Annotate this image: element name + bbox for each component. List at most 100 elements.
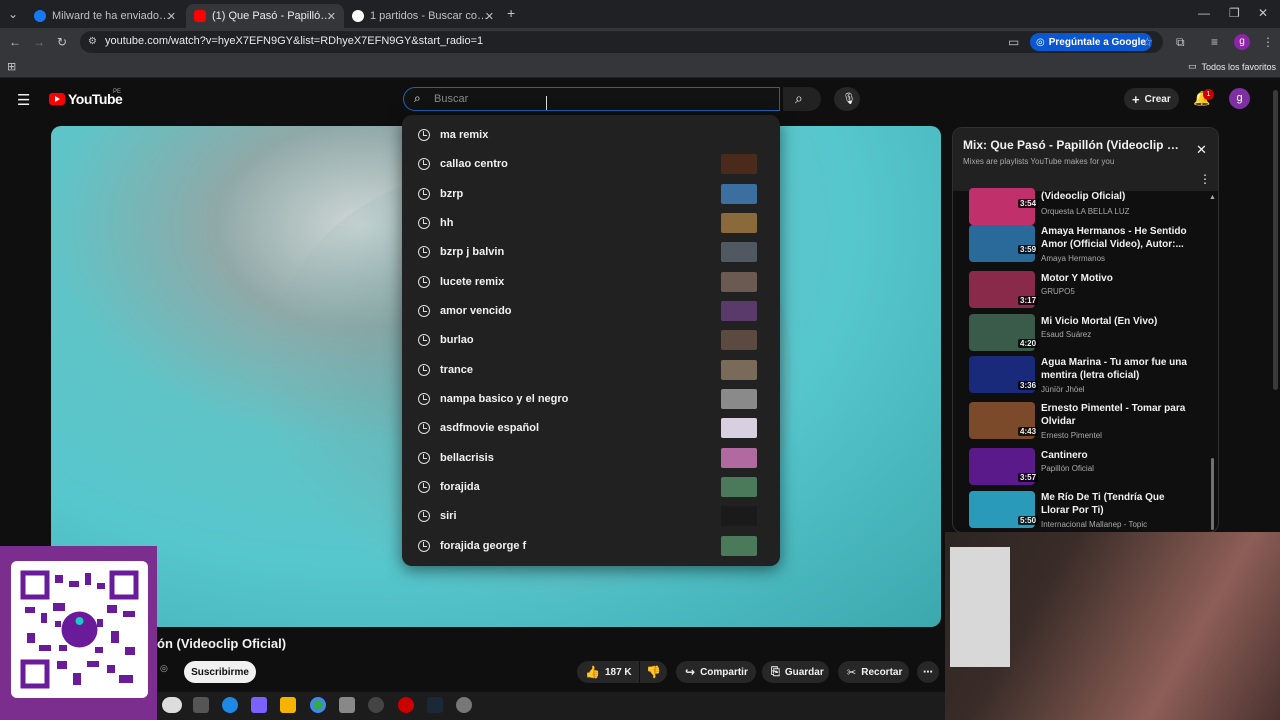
playlist-item[interactable]: 3:59 Amaya Hermanos - He Sentido Amor (O… [969, 225, 1209, 267]
suggestion-item[interactable]: bzrp [402, 179, 780, 208]
close-tab-icon[interactable]: ✕ [485, 10, 494, 23]
channel-name: Internacional Mallanep - Topic [1041, 520, 1148, 529]
tab-messenger[interactable]: Milward te ha enviado un mensaje ✕ [26, 4, 184, 28]
clip-button[interactable]: ✂ Recortar [838, 661, 909, 683]
channel-name: Papillón Oficial [1041, 464, 1094, 473]
save-button[interactable]: ⎘ Guardar [762, 661, 829, 683]
settings-gear-icon[interactable] [456, 697, 472, 713]
close-window-icon[interactable]: ✕ [1258, 6, 1268, 20]
tab-search-icon[interactable]: ⌄ [8, 7, 18, 21]
create-button[interactable]: + Crear [1124, 88, 1179, 110]
scroll-up-icon[interactable]: ▲ [1209, 194, 1216, 201]
store-icon[interactable] [339, 697, 355, 713]
search-icon: ⌕ [414, 91, 421, 105]
suggestion-item[interactable]: nampa basico y el negro [402, 384, 780, 413]
opera-icon[interactable] [398, 697, 414, 713]
video-title: Amaya Hermanos - He Sentido Amor (Offici… [1041, 226, 1187, 250]
suggestion-item[interactable]: asdfmovie español [402, 413, 780, 442]
playlist-menu-icon[interactable]: ⋮ [1199, 172, 1211, 186]
playlist-scrollbar[interactable] [1211, 458, 1214, 530]
duration-badge: 4:20 [1018, 339, 1039, 348]
suggestion-text: forajida george f [440, 539, 527, 552]
copilot-icon[interactable] [251, 697, 267, 713]
os-taskbar [157, 692, 945, 720]
suggestion-item[interactable]: ma remix [402, 120, 780, 149]
suggestion-item[interactable]: callao centro [402, 149, 780, 178]
suggestion-text: asdfmovie español [440, 421, 540, 434]
bookmark-star-icon[interactable]: ☆ [1142, 35, 1153, 49]
suggestion-thumbnail [721, 505, 757, 526]
history-icon [418, 128, 430, 141]
tab-youtube[interactable]: (1) Que Pasó - Papillón (Videoclip Ofici… [186, 4, 344, 28]
suggestion-thumbnail [721, 183, 757, 204]
task-view-icon[interactable] [193, 697, 209, 713]
reading-list-icon[interactable]: ≡ [1211, 35, 1218, 49]
suggestion-item[interactable]: bellacrisis [402, 443, 780, 472]
profile-avatar[interactable]: g [1234, 34, 1250, 50]
playlist-item[interactable]: 3:54 (Videoclip Oficial) Orquesta LA BEL… [969, 188, 1209, 230]
share-arrow-icon: ↪ [685, 665, 696, 679]
suggestion-item[interactable]: hh [402, 208, 780, 237]
suggestion-item[interactable]: amor vencido [402, 296, 780, 325]
like-button[interactable]: 👍 187 K [577, 661, 639, 683]
facebook-icon [34, 10, 46, 22]
edge-browser-icon[interactable] [222, 697, 238, 713]
site-info-icon[interactable]: ⚙ [88, 35, 97, 49]
suggestion-item[interactable]: bzrp j balvin [402, 237, 780, 266]
apps-grid-icon[interactable]: ⊞ [7, 60, 16, 74]
history-icon [418, 480, 430, 493]
chrome-icon[interactable] [310, 697, 326, 713]
suggestion-item[interactable]: forajida [402, 472, 780, 501]
close-playlist-icon[interactable]: ✕ [1196, 142, 1207, 158]
tab-google[interactable]: 1 partidos - Buscar con Google ✕ [344, 4, 502, 28]
suggestion-item[interactable]: lucete remix [402, 267, 780, 296]
playlist-item[interactable]: 4:43 Ernesto Pimentel - Tomar para Olvid… [969, 402, 1209, 444]
extensions-icon[interactable]: ⧉ [1176, 35, 1185, 49]
search-submit-icon[interactable]: ⌕ [795, 90, 803, 107]
back-icon[interactable]: ← [9, 35, 21, 49]
dislike-button[interactable]: 👎 [640, 661, 667, 683]
maximize-icon[interactable]: ❐ [1229, 6, 1240, 20]
url-text[interactable]: youtube.com/watch?v=hyeX7EFN9GY&list=RDh… [105, 35, 483, 47]
subscribe-button[interactable]: Suscribirme [184, 661, 256, 683]
account-avatar[interactable]: g [1229, 88, 1250, 109]
duration-badge: 3:59 [1018, 245, 1039, 254]
search-pill-icon[interactable] [162, 697, 182, 713]
cast-icon[interactable]: ▭ [1008, 35, 1019, 49]
more-actions-button[interactable]: ⋯ [917, 661, 939, 683]
suggestion-item[interactable]: burlao [402, 325, 780, 354]
playlist-item[interactable]: 4:20 Mi Vicio Mortal (En Vivo) Esaud Suá… [969, 314, 1209, 356]
discord-icon[interactable] [368, 697, 384, 713]
playlist-item[interactable]: 3:17 Motor Y Motivo GRUPO5 [969, 271, 1209, 313]
suggestion-item[interactable]: forajida george f [402, 531, 780, 560]
close-tab-icon[interactable]: ✕ [327, 10, 336, 23]
steam-icon[interactable] [427, 697, 443, 713]
suggestion-thumbnail [721, 300, 757, 321]
text-cursor [546, 96, 547, 110]
close-tab-icon[interactable]: ✕ [167, 10, 176, 23]
file-explorer-icon[interactable] [280, 697, 296, 713]
forward-icon[interactable]: → [33, 35, 45, 49]
minimize-icon[interactable]: — [1198, 6, 1210, 20]
playlist-item[interactable]: 3:36 Agua Marina - Tu amor fue una menti… [969, 356, 1209, 398]
playlist-item[interactable]: 3:57 Cantinero Papillón Oficial [969, 448, 1209, 490]
menu-dots-icon[interactable]: ⋮ [1262, 35, 1274, 49]
suggestion-item[interactable]: siri [402, 501, 780, 530]
page-scrollbar[interactable] [1273, 90, 1278, 390]
youtube-logo-icon[interactable] [49, 93, 65, 105]
duration-badge: 3:17 [1018, 296, 1039, 305]
suggestion-item[interactable]: trance [402, 355, 780, 384]
all-bookmarks-folder[interactable]: ▭ Todos los favoritos [1188, 61, 1276, 72]
suggestion-text: siri [440, 509, 457, 522]
ask-google-button[interactable]: ◎ Pregúntale a Google [1030, 33, 1152, 51]
new-tab-icon[interactable]: + [507, 6, 515, 20]
playlist-item[interactable]: 5:50 Me Río De Ti (Tendría Que Llorar Po… [969, 491, 1209, 532]
share-button[interactable]: ↪ Compartir [676, 661, 756, 683]
suggestion-thumbnail [721, 271, 757, 292]
reload-icon[interactable]: ↻ [57, 35, 67, 49]
hamburger-menu-icon[interactable]: ☰ [17, 91, 30, 109]
search-input[interactable]: Buscar [434, 93, 468, 105]
playlist-title[interactable]: Mix: Que Pasó - Papillón (Videoclip Ofic… [963, 138, 1183, 152]
history-icon [418, 157, 430, 170]
video-title: Motor Y Motivo [1041, 273, 1113, 284]
